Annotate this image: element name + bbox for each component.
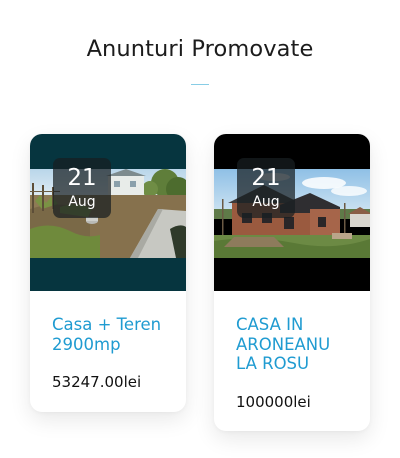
listing-price: 100000lei bbox=[236, 392, 311, 411]
listing-media[interactable]: 21 Aug bbox=[214, 134, 370, 291]
listing-title-link[interactable]: CASA IN ARONEANU LA ROSU bbox=[236, 315, 348, 374]
date-badge: 21 Aug bbox=[53, 158, 111, 218]
date-day: 21 bbox=[67, 165, 97, 191]
date-month: Aug bbox=[252, 194, 280, 210]
listing-card[interactable]: 21 Aug Casa + Teren 2900mp 53247.00lei bbox=[30, 134, 186, 412]
promoted-listings-section: Anunturi Promovate 21 Aug Casa + Teren 2… bbox=[0, 0, 400, 458]
listing-title-link[interactable]: Casa + Teren 2900mp bbox=[52, 315, 164, 354]
listing-media[interactable]: 21 Aug bbox=[30, 134, 186, 291]
date-badge: 21 Aug bbox=[237, 158, 295, 218]
date-day: 21 bbox=[251, 165, 281, 191]
listing-body: Casa + Teren 2900mp 53247.00lei bbox=[30, 315, 186, 391]
listing-body: CASA IN ARONEANU LA ROSU 100000lei bbox=[214, 315, 370, 411]
date-month: Aug bbox=[68, 194, 96, 210]
listing-price: 53247.00lei bbox=[52, 373, 142, 391]
title-divider bbox=[191, 84, 209, 85]
listing-card[interactable]: 21 Aug CASA IN ARONEANU LA ROSU 100000le… bbox=[214, 134, 370, 431]
section-title: Anunturi Promovate bbox=[86, 36, 314, 62]
